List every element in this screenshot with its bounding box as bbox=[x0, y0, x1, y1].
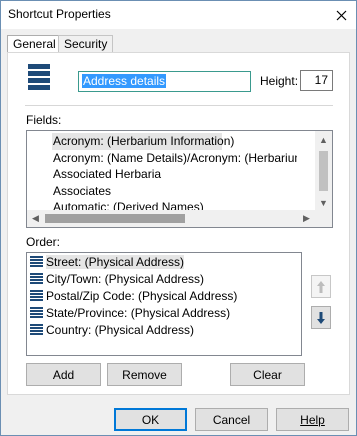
scrollbar-corner bbox=[315, 210, 332, 227]
move-up-button[interactable] bbox=[311, 275, 331, 298]
list-item[interactable]: Postal/Zip Code: (Physical Address) bbox=[30, 288, 237, 305]
list-item[interactable]: Associates bbox=[52, 183, 297, 200]
scrollbar-thumb[interactable] bbox=[45, 214, 185, 223]
shortcut-name-value: Address details bbox=[82, 74, 167, 88]
list-item[interactable]: Acronym: (Name Details)/Acronym: (Herbar… bbox=[52, 150, 297, 167]
scroll-left-icon[interactable]: ◀ bbox=[27, 210, 44, 227]
list-item[interactable]: Acronym: (Herbarium Information) bbox=[52, 133, 234, 150]
move-down-button[interactable] bbox=[311, 306, 331, 329]
list-item[interactable]: Street: (Physical Address) bbox=[30, 254, 185, 271]
order-listbox[interactable]: Street: (Physical Address) City/Town: (P… bbox=[26, 252, 302, 356]
separator bbox=[25, 105, 333, 106]
fields-vertical-scrollbar[interactable]: ▲ ▼ bbox=[315, 131, 332, 211]
fields-listbox[interactable]: Acronym: (Herbarium Information) Acronym… bbox=[26, 130, 333, 228]
general-tab-panel: Address details Height: 17 Fields: Acron… bbox=[7, 52, 350, 395]
close-icon bbox=[336, 10, 346, 20]
scroll-up-icon[interactable]: ▲ bbox=[315, 131, 332, 148]
add-button[interactable]: Add bbox=[26, 363, 101, 386]
arrow-down-icon bbox=[317, 311, 325, 324]
close-button[interactable] bbox=[326, 1, 356, 29]
layer-stack-icon bbox=[30, 273, 43, 285]
title-bar: Shortcut Properties bbox=[1, 1, 356, 29]
help-button[interactable]: Help bbox=[276, 408, 349, 431]
layer-stack-icon bbox=[30, 324, 43, 336]
layer-stack-icon bbox=[28, 64, 50, 92]
list-item[interactable]: Associated Herbaria bbox=[52, 166, 297, 183]
window-title: Shortcut Properties bbox=[8, 7, 111, 21]
scroll-down-icon[interactable]: ▼ bbox=[315, 194, 332, 211]
layer-stack-icon bbox=[30, 256, 43, 268]
fields-horizontal-scrollbar[interactable]: ◀ ▶ bbox=[27, 210, 315, 227]
list-item[interactable]: City/Town: (Physical Address) bbox=[30, 271, 204, 288]
layer-stack-icon bbox=[30, 307, 43, 319]
layer-stack-icon bbox=[30, 290, 43, 302]
fields-list-items: Acronym: (Herbarium Information) Acronym… bbox=[52, 133, 297, 216]
shortcut-name-input[interactable]: Address details bbox=[78, 71, 251, 92]
height-input[interactable]: 17 bbox=[300, 70, 333, 91]
remove-button[interactable]: Remove bbox=[107, 363, 182, 386]
order-label: Order: bbox=[26, 235, 61, 249]
list-item[interactable]: State/Province: (Physical Address) bbox=[30, 305, 230, 322]
list-item[interactable]: Country: (Physical Address) bbox=[30, 322, 194, 339]
fields-label: Fields: bbox=[26, 113, 62, 127]
tab-security[interactable]: Security bbox=[58, 35, 114, 53]
help-button-label: Help bbox=[300, 412, 325, 427]
ok-button[interactable]: OK bbox=[114, 408, 187, 431]
shortcut-properties-dialog: Shortcut Properties General Security Add… bbox=[0, 0, 357, 436]
clear-button[interactable]: Clear bbox=[230, 363, 305, 386]
scrollbar-thumb[interactable] bbox=[319, 151, 328, 191]
height-label: Height: bbox=[260, 74, 299, 88]
scroll-right-icon[interactable]: ▶ bbox=[298, 210, 315, 227]
cancel-button[interactable]: Cancel bbox=[195, 408, 268, 431]
arrow-up-icon bbox=[317, 280, 325, 293]
